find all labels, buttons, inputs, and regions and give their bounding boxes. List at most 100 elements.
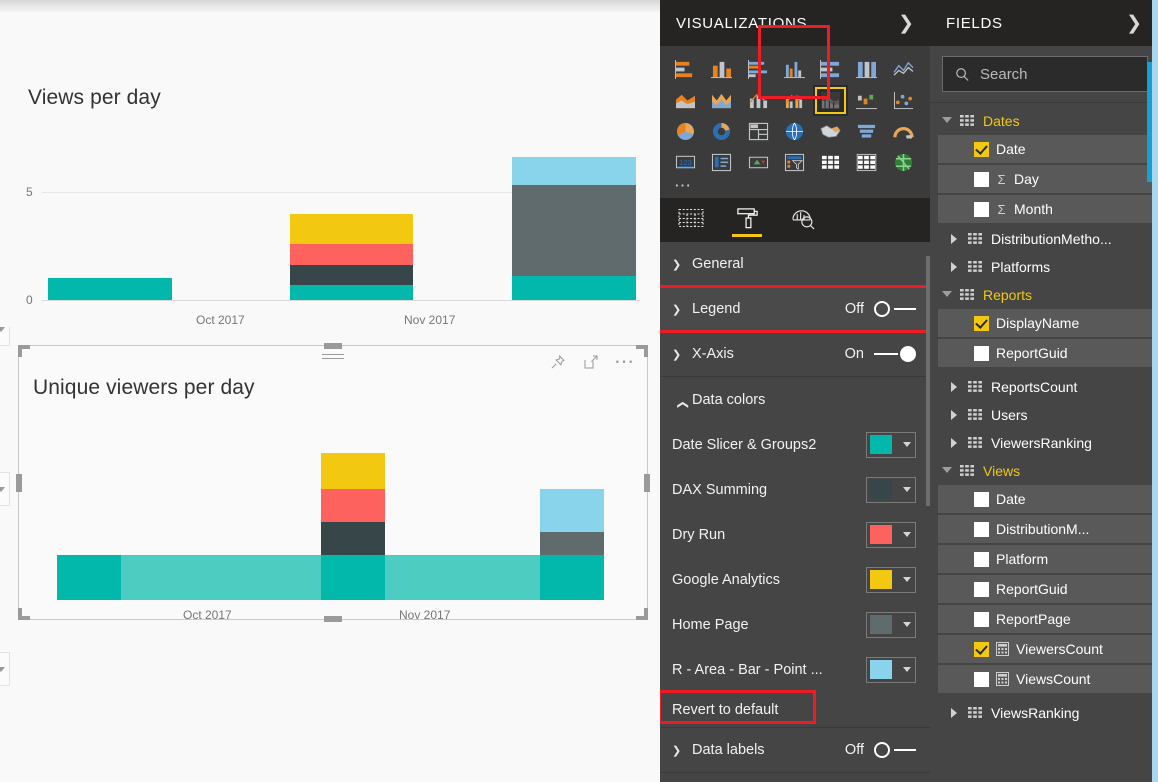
- field-checkbox[interactable]: [974, 315, 989, 331]
- bar-group-3[interactable]: [512, 157, 636, 300]
- slicer-stub-2[interactable]: [0, 472, 10, 506]
- fields-table-distributionmethods[interactable]: DistributionMetho...: [930, 225, 1158, 253]
- viz-icon-clustered-column-chart[interactable]: [777, 54, 812, 85]
- viz-icon-filled-map[interactable]: [813, 116, 848, 147]
- field-row-views-platform[interactable]: Platform: [938, 545, 1152, 573]
- viz-icon-matrix[interactable]: [849, 147, 884, 178]
- report-canvas[interactable]: Views per day 5 0 Oct 2017 Nov 2017 ⋯ Un…: [0, 12, 660, 782]
- bar-group-1[interactable]: [48, 278, 172, 300]
- viz-icon-area-chart[interactable]: [668, 85, 703, 116]
- format-properties-list[interactable]: ❯ General ❯ Legend Off ❯ X-Axis On ❯ Dat…: [660, 242, 930, 773]
- field-row-reportguid[interactable]: ReportGuid: [938, 339, 1152, 367]
- fields-table-viewersranking[interactable]: ViewersRanking: [930, 429, 1158, 457]
- viz-icon-funnel[interactable]: [849, 116, 884, 147]
- color-picker-home-page[interactable]: [866, 611, 916, 638]
- bar-group-2[interactable]: [290, 214, 413, 300]
- viz-icon-100-percent-stacked-column-chart[interactable]: [849, 54, 884, 85]
- viz-icon-map[interactable]: [777, 116, 812, 147]
- viz-icon-waterfall-chart[interactable]: [849, 85, 884, 116]
- property-section-general[interactable]: ❯ General: [660, 242, 930, 287]
- data-color-row[interactable]: Dry Run: [660, 512, 930, 557]
- color-picker-google-analytics[interactable]: [866, 566, 916, 593]
- field-row-views-date[interactable]: Date: [938, 485, 1152, 513]
- chevron-right-icon[interactable]: ❯: [898, 14, 914, 33]
- bar-segment-dry-run[interactable]: [290, 244, 413, 265]
- bar-segment-dax-summing[interactable]: [321, 522, 385, 555]
- viz-icon-pie-chart[interactable]: [668, 116, 703, 147]
- viz-icon-stacked-area-chart[interactable]: [704, 85, 739, 116]
- field-checkbox[interactable]: [974, 641, 989, 657]
- viz-icon-slicer[interactable]: [777, 147, 812, 178]
- tab-analytics[interactable]: [786, 201, 820, 239]
- color-picker-dax-summing[interactable]: [866, 476, 916, 503]
- viz-icon-donut-chart[interactable]: [704, 116, 739, 147]
- fields-table-platforms[interactable]: Platforms: [930, 253, 1158, 281]
- field-row-views-distributionmethod[interactable]: DistributionM...: [938, 515, 1152, 543]
- field-row-viewerscount[interactable]: ViewersCount: [938, 635, 1152, 663]
- data-labels-toggle[interactable]: [874, 741, 916, 759]
- bar-group-3[interactable]: [540, 489, 604, 555]
- data-color-row[interactable]: R - Area - Bar - Point ...: [660, 647, 930, 692]
- field-checkbox[interactable]: [974, 671, 989, 687]
- viz-icon-stacked-column-chart[interactable]: [704, 54, 739, 85]
- viz-icon-line-and-clustered-column-chart[interactable]: [777, 85, 812, 116]
- field-row-viewscount[interactable]: ViewsCount: [938, 665, 1152, 693]
- viz-icon-multi-row-card[interactable]: [704, 147, 739, 178]
- field-checkbox[interactable]: [974, 611, 989, 627]
- tab-format[interactable]: [730, 201, 764, 239]
- revert-to-default-button[interactable]: Revert to default: [660, 692, 930, 728]
- slicer-stub-3[interactable]: [0, 652, 10, 686]
- bar-segment-date-slicer[interactable]: [48, 278, 172, 300]
- field-row-views-reportguid[interactable]: ReportGuid: [938, 575, 1152, 603]
- viz-icon-100-percent-stacked-bar-chart[interactable]: [813, 54, 848, 85]
- bar-group-2[interactable]: [321, 453, 385, 555]
- legend-toggle[interactable]: [874, 300, 916, 318]
- visual-views-per-day[interactable]: Views per day 5 0 Oct 2017 Nov 2017: [0, 62, 660, 327]
- viz-icon-ribbon-chart[interactable]: [813, 85, 849, 116]
- bar-segment-date-slicer[interactable]: [290, 285, 413, 300]
- visualization-gallery[interactable]: 123 ⋯: [660, 25, 930, 198]
- viz-icon-clustered-bar-chart[interactable]: [741, 54, 776, 85]
- visualization-property-tabs[interactable]: [660, 198, 930, 242]
- field-checkbox[interactable]: [974, 171, 989, 187]
- more-visuals-ellipsis-icon[interactable]: ⋯: [668, 177, 922, 196]
- bar-segment-home-page[interactable]: [540, 532, 604, 555]
- visual-unique-viewers-per-day[interactable]: ⋯ Unique viewers per day Oct 2017 Nov 20…: [16, 343, 650, 622]
- property-section-x-axis[interactable]: ❯ X-Axis On: [660, 332, 930, 377]
- viz-icon-gauge[interactable]: [886, 116, 921, 147]
- viz-icon-line-chart[interactable]: [886, 54, 921, 85]
- data-color-row[interactable]: Google Analytics: [660, 557, 930, 602]
- fields-table-dates[interactable]: Dates: [930, 107, 1158, 135]
- field-row-date[interactable]: Date: [938, 135, 1152, 163]
- baseline-band-bar2[interactable]: [321, 555, 385, 600]
- data-color-row[interactable]: DAX Summing: [660, 467, 930, 512]
- bar-segment-date-slicer[interactable]: [512, 276, 636, 300]
- field-checkbox[interactable]: [974, 141, 989, 157]
- property-section-data-colors[interactable]: ❯ Data colors: [660, 377, 930, 422]
- field-row-views-reportpage[interactable]: ReportPage: [938, 605, 1152, 633]
- bar-segment-google-analytics[interactable]: [290, 214, 413, 244]
- field-checkbox[interactable]: [974, 521, 989, 537]
- fields-pane[interactable]: FIELDS ❯ Search Dates Date Σ Day Σ Month…: [930, 0, 1158, 782]
- fields-table-viewsranking[interactable]: ViewsRanking: [930, 699, 1158, 727]
- x-axis-toggle[interactable]: [874, 345, 916, 363]
- search-input[interactable]: Search: [942, 56, 1148, 92]
- viz-icon-scatter-chart[interactable]: [886, 85, 921, 116]
- bar-segment-home-page[interactable]: [512, 185, 636, 276]
- viz-icon-line-and-stacked-column-chart[interactable]: [741, 85, 776, 116]
- bar-segment-google-analytics[interactable]: [321, 453, 385, 489]
- field-checkbox[interactable]: [974, 581, 989, 597]
- bar-segment-dry-run[interactable]: [321, 489, 385, 522]
- baseline-band-bar1[interactable]: [57, 555, 121, 600]
- viz-icon-stacked-bar-chart[interactable]: [668, 54, 703, 85]
- bar-segment-r-area-bar-point[interactable]: [540, 489, 604, 532]
- fields-table-views[interactable]: Views: [930, 457, 1158, 485]
- fields-table-users[interactable]: Users: [930, 401, 1158, 429]
- data-color-row[interactable]: Home Page: [660, 602, 930, 647]
- field-checkbox[interactable]: [974, 201, 989, 217]
- data-color-row[interactable]: Date Slicer & Groups2: [660, 422, 930, 467]
- visualization-icon-grid[interactable]: 123: [668, 54, 922, 178]
- viz-icon-table[interactable]: [813, 147, 848, 178]
- baseline-band-bar3[interactable]: [540, 555, 604, 600]
- color-picker-date-slicer-groups2[interactable]: [866, 431, 916, 458]
